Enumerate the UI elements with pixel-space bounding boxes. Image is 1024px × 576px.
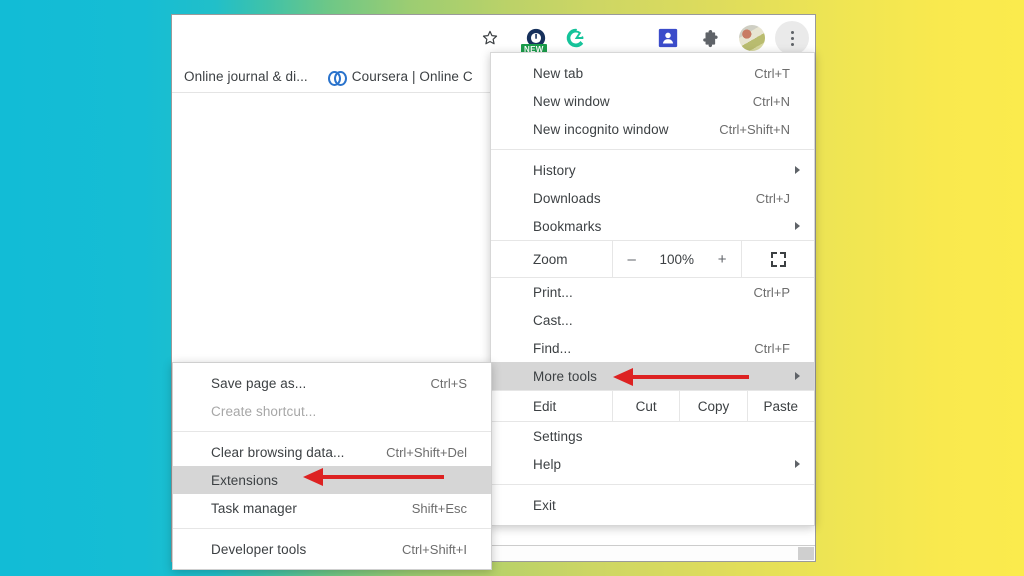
submenu-item-shortcut: Shift+Esc (411, 500, 467, 516)
cut-label: Cut (635, 398, 657, 414)
chevron-right-icon (795, 460, 800, 468)
star-icon[interactable] (473, 21, 507, 55)
menu-item-shortcut: Ctrl+J (755, 190, 790, 206)
menu-item-shortcut: Ctrl+T (754, 65, 790, 81)
zoom-label: Zoom (491, 241, 613, 277)
submenu-item-label: Task manager (211, 500, 297, 516)
paste-label: Paste (763, 398, 799, 414)
zoom-row: Zoom – 100% + (491, 240, 814, 278)
chevron-right-icon (795, 166, 800, 174)
arrow-shaft (631, 375, 749, 379)
menu-item-new-tab[interactable]: New tab Ctrl+T (491, 59, 814, 87)
menu-item-cast[interactable]: Cast... (491, 306, 814, 334)
copy-label: Copy (697, 398, 730, 414)
submenu-item-create-shortcut: Create shortcut... (173, 397, 491, 425)
chevron-right-icon (795, 222, 800, 230)
menu-item-label: Settings (533, 428, 583, 444)
chevron-right-icon (795, 372, 800, 380)
submenu-item-label: Developer tools (211, 541, 307, 557)
menu-item-downloads[interactable]: Downloads Ctrl+J (491, 184, 814, 212)
bookmark-label: Coursera | Online C (351, 69, 473, 84)
edit-row: Edit Cut Copy Paste (491, 390, 814, 422)
submenu-item-task-manager[interactable]: Task manager Shift+Esc (173, 494, 491, 522)
submenu-item-clear-browsing-data[interactable]: Clear browsing data... Ctrl+Shift+Del (173, 438, 491, 466)
menu-item-label: Cast... (533, 312, 573, 328)
submenu-item-shortcut: Ctrl+S (430, 375, 467, 391)
menu-item-shortcut: Ctrl+Shift+N (719, 121, 790, 137)
arrow-shaft (322, 475, 444, 479)
paste-button[interactable]: Paste (748, 391, 814, 421)
menu-item-label: New incognito window (533, 121, 669, 137)
zoom-in-button[interactable]: + (718, 252, 727, 267)
menu-item-label: Downloads (533, 190, 601, 206)
cut-button[interactable]: Cut (613, 391, 681, 421)
copy-button[interactable]: Copy (680, 391, 748, 421)
menu-item-shortcut: Ctrl+P (753, 284, 790, 300)
menu-dot (790, 36, 794, 40)
menu-dot (790, 30, 794, 34)
menu-item-exit[interactable]: Exit (491, 491, 814, 519)
menu-item-label: Print... (533, 284, 573, 300)
menu-item-bookmarks[interactable]: Bookmarks (491, 212, 814, 240)
menu-separator (491, 149, 814, 150)
submenu-item-save-page-as[interactable]: Save page as... Ctrl+S (173, 369, 491, 397)
coursera-icon (327, 69, 347, 86)
more-tools-submenu: Save page as... Ctrl+S Create shortcut..… (172, 362, 492, 570)
bookmark-item-coursera[interactable]: Coursera | Online C (327, 69, 473, 86)
arrow-pointing-to-more-tools (613, 368, 749, 386)
menu-item-label: New tab (533, 65, 584, 81)
menu-item-shortcut: Ctrl+N (752, 93, 790, 109)
menu-item-shortcut: Ctrl+F (754, 340, 790, 356)
submenu-item-shortcut: Ctrl+Shift+I (401, 541, 467, 557)
menu-item-label: History (533, 162, 576, 178)
extension-new-icon[interactable]: NEW (519, 21, 553, 55)
menu-item-new-incognito-window[interactable]: New incognito window Ctrl+Shift+N (491, 115, 814, 143)
menu-separator (173, 528, 491, 529)
arrow-pointing-to-extensions (303, 468, 444, 486)
menu-separator (491, 484, 814, 485)
menu-item-find[interactable]: Find... Ctrl+F (491, 334, 814, 362)
menu-item-label: Find... (533, 340, 572, 356)
edit-label: Edit (491, 391, 613, 421)
menu-dot (790, 42, 794, 46)
bookmark-item-online-journal[interactable]: Online journal & di... (184, 69, 308, 84)
menu-item-new-window[interactable]: New window Ctrl+N (491, 87, 814, 115)
three-dot-menu-icon[interactable] (775, 21, 809, 55)
zoom-level-value: 100% (659, 251, 695, 267)
avatar[interactable] (735, 21, 769, 55)
zoom-label-text: Zoom (533, 251, 568, 267)
avatar-image (739, 25, 765, 51)
menu-item-label: Bookmarks (533, 218, 602, 234)
grammarly-icon[interactable] (559, 21, 593, 55)
arrow-head-icon (303, 468, 323, 486)
submenu-item-label: Create shortcut... (211, 403, 317, 419)
puzzle-icon[interactable] (693, 21, 727, 55)
menu-item-history[interactable]: History (491, 156, 814, 184)
chrome-main-menu: New tab Ctrl+T New window Ctrl+N New inc… (490, 52, 815, 526)
edit-label-text: Edit (533, 398, 557, 414)
menu-item-help[interactable]: Help (491, 450, 814, 478)
menu-item-label: Help (533, 456, 562, 472)
fullscreen-button[interactable] (742, 241, 814, 277)
menu-item-settings[interactable]: Settings (491, 422, 814, 450)
menu-item-label: New window (533, 93, 610, 109)
arrow-head-icon (613, 368, 633, 386)
submenu-item-developer-tools[interactable]: Developer tools Ctrl+Shift+I (173, 535, 491, 563)
blue-square-extension-icon[interactable] (651, 21, 685, 55)
scrollbar-thumb[interactable] (798, 547, 814, 560)
submenu-item-label: Save page as... (211, 375, 307, 391)
menu-item-print[interactable]: Print... Ctrl+P (491, 278, 814, 306)
submenu-item-shortcut: Ctrl+Shift+Del (386, 444, 467, 460)
menu-item-label: Exit (533, 497, 556, 513)
zoom-out-button[interactable]: – (627, 252, 635, 267)
fullscreen-icon (770, 251, 786, 267)
bookmark-label: Online journal & di... (184, 69, 308, 84)
menu-separator (173, 431, 491, 432)
submenu-item-label: Clear browsing data... (211, 444, 345, 460)
zoom-controls: – 100% + (613, 241, 742, 277)
